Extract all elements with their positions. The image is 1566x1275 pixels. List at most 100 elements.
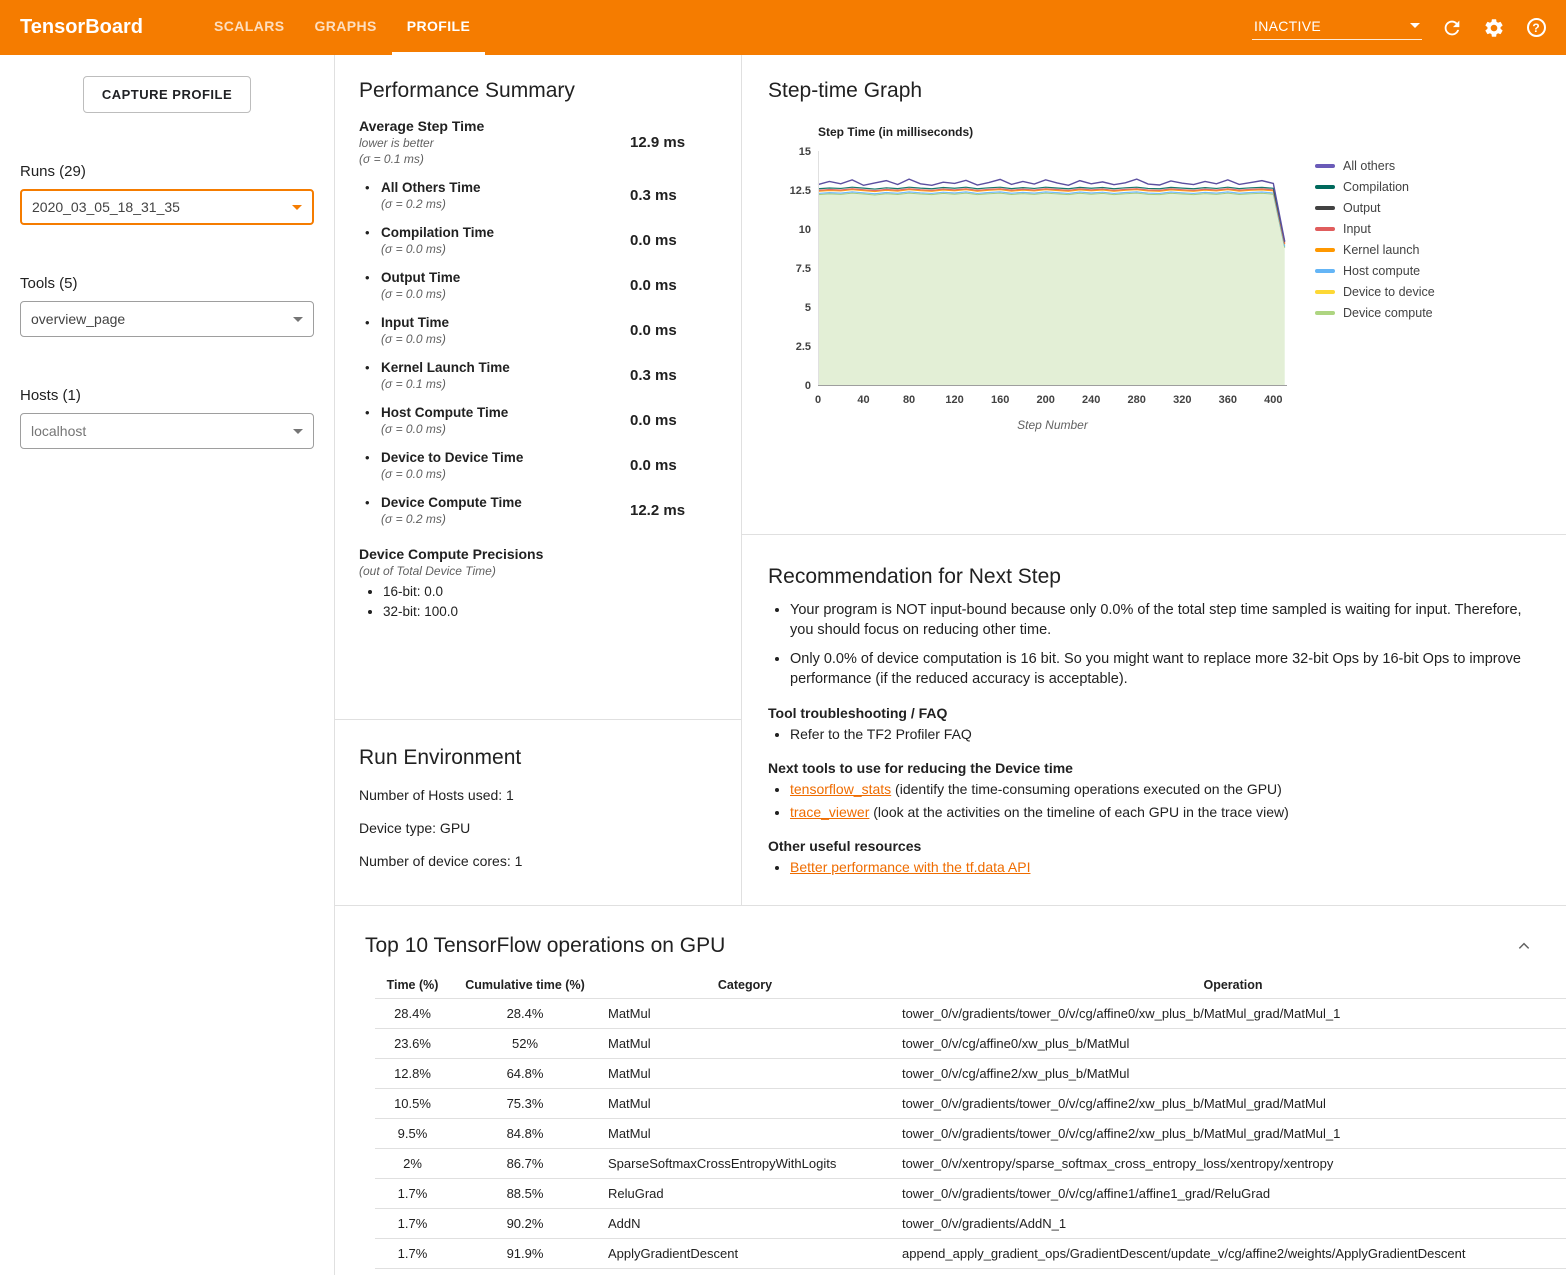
chart-legend-item: Input [1315, 218, 1435, 239]
table-row: 9.5%84.8%MatMultower_0/v/gradients/tower… [375, 1119, 1566, 1149]
metric-label: Kernel Launch Time [381, 360, 630, 375]
y-tick-label: 10 [799, 224, 811, 236]
x-tick-label: 360 [1219, 394, 1237, 406]
cumulative-cell: 75.3% [450, 1089, 600, 1119]
bullet-icon: • [365, 180, 381, 211]
perf-summary-item: •Output Time(σ = 0.0 ms)0.0 ms [359, 270, 721, 301]
column-header: Time (%) [375, 972, 450, 999]
y-tick-label: 0 [805, 380, 811, 392]
legend-swatch [1315, 164, 1335, 168]
content: Performance Summary Average Step Time lo… [335, 55, 1566, 1275]
table-row: 1.7%88.5%ReluGradtower_0/v/gradients/tow… [375, 1179, 1566, 1209]
next-tools-heading: Next tools to use for reducing the Devic… [768, 760, 1526, 776]
cumulative-cell: 52% [450, 1029, 600, 1059]
legend-label: Output [1343, 201, 1381, 215]
bullet-icon: • [365, 225, 381, 256]
legend-label: Input [1343, 222, 1371, 236]
time-cell: 9.5% [375, 1119, 450, 1149]
chevron-down-icon [293, 317, 303, 322]
step-time-chart: 02.557.51012.515040801201602002402803203… [780, 145, 1295, 435]
collapse-button[interactable] [1512, 934, 1536, 958]
chart-legend-item: All others [1315, 155, 1435, 176]
table-row: 10.5%75.3%MatMultower_0/v/gradients/towe… [375, 1089, 1566, 1119]
tool-link[interactable]: trace_viewer [790, 804, 869, 820]
tool-item: tensorflow_stats (identify the time-cons… [790, 780, 1526, 799]
legend-label: Device compute [1343, 306, 1433, 320]
cumulative-cell: 88.5% [450, 1179, 600, 1209]
status-select-value: INACTIVE [1254, 18, 1321, 34]
legend-label: All others [1343, 159, 1395, 173]
chart-legend-item: Device to device [1315, 281, 1435, 302]
legend-label: Host compute [1343, 264, 1420, 278]
operation-cell: tower_0/v/gradients/tower_0/v/cg/affine1… [890, 1179, 1566, 1209]
tab-scalars[interactable]: SCALARS [199, 0, 299, 55]
runs-select[interactable]: 2020_03_05_18_31_35 [20, 189, 314, 225]
capture-profile-button[interactable]: CAPTURE PROFILE [83, 76, 251, 113]
top-ops-title: Top 10 TensorFlow operations on GPU [365, 934, 725, 958]
legend-label: Device to device [1343, 285, 1435, 299]
tools-select[interactable]: overview_page [20, 301, 314, 337]
tool-description: (look at the activities on the timeline … [869, 804, 1288, 820]
tfdata-link[interactable]: Better performance with the tf.data API [790, 859, 1030, 875]
category-cell: ReluGrad [600, 1179, 890, 1209]
tab-graphs[interactable]: GRAPHS [299, 0, 391, 55]
average-step-time: Average Step Time lower is better (σ = 0… [359, 118, 721, 166]
chart-title: Step Time (in milliseconds) [818, 125, 1295, 139]
cumulative-cell: 64.8% [450, 1059, 600, 1089]
chart-legend-item: Host compute [1315, 260, 1435, 281]
recommendation-bullet: Only 0.0% of device computation is 16 bi… [790, 650, 1526, 689]
metric-value: 12.2 ms [630, 502, 685, 519]
chart-legend-item: Device compute [1315, 302, 1435, 323]
x-tick-label: 160 [991, 394, 1009, 406]
gear-icon [1483, 17, 1505, 39]
chevron-down-icon [1410, 23, 1420, 28]
chevron-up-icon [1517, 939, 1531, 953]
y-tick-label: 2.5 [796, 341, 811, 353]
settings-button[interactable] [1482, 16, 1506, 40]
category-cell: MatMul [600, 1029, 890, 1059]
metric-sigma: (σ = 0.0 ms) [381, 242, 630, 256]
table-row: 1.7%90.2%AddNtower_0/v/gradients/AddN_1 [375, 1209, 1566, 1239]
x-tick-label: 80 [903, 394, 915, 406]
metric-sigma: (σ = 0.0 ms) [381, 287, 630, 301]
metric-value: 0.0 ms [630, 322, 677, 339]
refresh-button[interactable] [1440, 16, 1464, 40]
bullet-icon: • [365, 270, 381, 301]
tool-link[interactable]: tensorflow_stats [790, 781, 891, 797]
help-icon: ? [1527, 18, 1546, 37]
top-ops-table: Time (%)Cumulative time (%)CategoryOpera… [375, 972, 1566, 1269]
hosts-select[interactable]: localhost [20, 413, 314, 449]
performance-summary-title: Performance Summary [359, 79, 721, 103]
bullet-icon: • [365, 495, 381, 526]
average-step-time-sigma: (σ = 0.1 ms) [359, 152, 630, 166]
operation-cell: append_apply_gradient_ops/GradientDescen… [890, 1239, 1566, 1269]
help-button[interactable]: ? [1524, 16, 1548, 40]
x-tick-label: 120 [945, 394, 963, 406]
metric-value: 0.0 ms [630, 277, 677, 294]
app-header: TensorBoard SCALARSGRAPHSPROFILE INACTIV… [0, 0, 1566, 55]
tool-description: (identify the time-consuming operations … [891, 781, 1282, 797]
category-cell: SparseSoftmaxCrossEntropyWithLogits [600, 1149, 890, 1179]
faq-item: Refer to the TF2 Profiler FAQ [790, 725, 1526, 744]
precision-item: 16-bit: 0.0 [383, 584, 721, 599]
y-tick-label: 12.5 [790, 185, 811, 197]
chart-legend-item: Output [1315, 197, 1435, 218]
precision-item: 32-bit: 100.0 [383, 604, 721, 619]
time-cell: 10.5% [375, 1089, 450, 1119]
metric-label: Input Time [381, 315, 630, 330]
top-region: Performance Summary Average Step Time lo… [335, 55, 1566, 905]
legend-swatch [1315, 248, 1335, 252]
status-select[interactable]: INACTIVE [1252, 16, 1422, 40]
operation-cell: tower_0/v/gradients/tower_0/v/cg/affine2… [890, 1089, 1566, 1119]
hosts-select-value: localhost [31, 423, 86, 439]
y-tick-label: 15 [799, 146, 811, 158]
faq-heading: Tool troubleshooting / FAQ [768, 705, 1526, 721]
chart-legend: All othersCompilationOutputInputKernel l… [1315, 155, 1435, 440]
perf-summary-item: •Kernel Launch Time(σ = 0.1 ms)0.3 ms [359, 360, 721, 391]
recommendation-panel: Recommendation for Next Step Your progra… [742, 535, 1566, 905]
cumulative-cell: 84.8% [450, 1119, 600, 1149]
table-row: 2%86.7%SparseSoftmaxCrossEntropyWithLogi… [375, 1149, 1566, 1179]
time-cell: 23.6% [375, 1029, 450, 1059]
metric-label: All Others Time [381, 180, 630, 195]
tab-profile[interactable]: PROFILE [392, 0, 485, 55]
